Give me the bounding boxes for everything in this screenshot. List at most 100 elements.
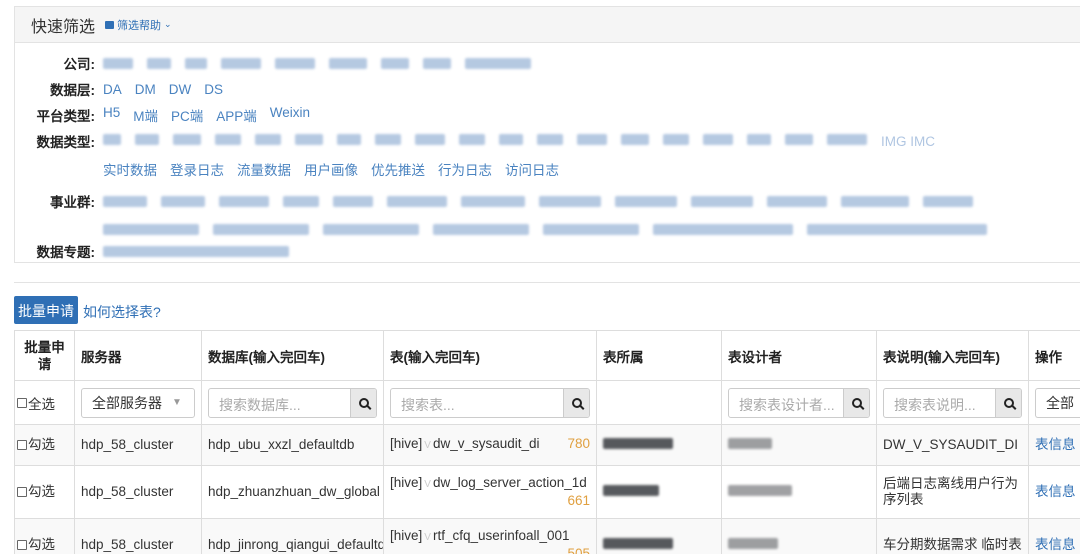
platform-option[interactable]: PC端 — [171, 105, 203, 125]
datatype-option[interactable] — [663, 133, 689, 145]
bg-option[interactable] — [103, 195, 147, 207]
datatype-option[interactable]: 登录日志 — [170, 159, 224, 179]
description-search-button[interactable] — [995, 388, 1021, 417]
database-search-button[interactable] — [350, 388, 376, 417]
server-select[interactable]: 全部服务器 ▼ — [81, 387, 195, 418]
datatype-option[interactable] — [255, 133, 281, 145]
datatype-option[interactable] — [215, 133, 241, 145]
topic-option[interactable] — [103, 245, 289, 257]
table-search-button[interactable] — [563, 388, 589, 417]
datatype-option[interactable] — [375, 133, 401, 145]
bg-option[interactable] — [213, 223, 309, 235]
bg-option[interactable] — [161, 195, 205, 207]
bg-option[interactable] — [807, 223, 987, 235]
datatype-option[interactable] — [785, 133, 813, 145]
table-info-link[interactable]: 表信息 | — [1035, 484, 1080, 499]
datatype-option[interactable]: 访问日志 — [505, 159, 559, 179]
platform-option[interactable]: M端 — [133, 105, 158, 125]
row-operation: 表信息 | — [1028, 518, 1080, 554]
bg-values[interactable] — [103, 195, 987, 207]
platform-option[interactable]: Weixin — [270, 105, 310, 125]
table-info-link[interactable]: 表信息 | — [1035, 437, 1080, 452]
company-option[interactable] — [221, 57, 261, 69]
filter-label-platform: 平台类型: — [36, 109, 96, 124]
bg-option[interactable] — [841, 195, 909, 207]
bg-option[interactable] — [283, 195, 319, 207]
company-option[interactable] — [423, 57, 451, 69]
layer-option[interactable]: DA — [103, 82, 122, 97]
v-icon: V — [424, 479, 431, 490]
platform-option[interactable]: APP端 — [216, 105, 257, 125]
datatype-option[interactable] — [103, 133, 121, 145]
row-checkbox[interactable]: 勾选 — [17, 537, 55, 553]
row-table-name[interactable]: rtf_cfq_userinfoall_001 — [433, 528, 570, 543]
bg-option[interactable] — [461, 195, 525, 207]
select-all-checkbox[interactable]: 全选 — [17, 393, 55, 413]
company-option[interactable] — [147, 57, 171, 69]
datatype-option[interactable]: 优先推送 — [371, 159, 425, 179]
row-checkbox[interactable]: 勾选 — [17, 437, 55, 453]
batch-apply-button[interactable]: 批量申请 — [14, 296, 78, 324]
datatype-option[interactable] — [135, 133, 159, 145]
bg-option[interactable] — [691, 195, 753, 207]
datatype-option[interactable] — [459, 133, 485, 145]
how-to-select-link[interactable]: 如何选择表? — [83, 302, 161, 322]
datatype-option[interactable] — [415, 133, 445, 145]
bg-option[interactable] — [387, 195, 447, 207]
datatype-option[interactable] — [173, 133, 201, 145]
datatype-option[interactable]: 行为日志 — [438, 159, 492, 179]
datatype-option[interactable] — [295, 133, 323, 145]
company-option[interactable] — [103, 57, 133, 69]
bg-option[interactable] — [767, 195, 827, 207]
filter-row-company: 公司: — [15, 53, 545, 73]
bg-option[interactable] — [219, 195, 269, 207]
bg-option[interactable] — [653, 223, 793, 235]
row-table-name[interactable]: dw_log_server_action_1d — [433, 475, 587, 490]
company-values[interactable] — [103, 57, 545, 69]
row-table-name[interactable]: dw_v_sysaudit_di — [433, 436, 540, 451]
filter-row-topic: 数据专题: — [15, 241, 303, 261]
datatype-option[interactable] — [337, 133, 361, 145]
designer-search-button[interactable] — [843, 388, 869, 417]
bg-option[interactable] — [433, 223, 529, 235]
datatype-option[interactable]: 流量数据 — [237, 159, 291, 179]
datatype-option[interactable] — [577, 133, 607, 145]
datatype-option[interactable]: IMG IMC — [881, 134, 935, 149]
company-option[interactable] — [329, 57, 367, 69]
table-info-link[interactable]: 表信息 | — [1035, 537, 1080, 552]
datatype-option[interactable] — [747, 133, 771, 145]
datatype-values[interactable]: IMG IMC — [103, 133, 948, 149]
row-checkbox[interactable]: 勾选 — [17, 484, 55, 500]
layer-option[interactable]: DW — [169, 82, 192, 97]
description-search-input[interactable]: 搜索表说明... — [883, 387, 1022, 418]
datatype-option[interactable]: 实时数据 — [103, 159, 157, 179]
layer-option[interactable]: DS — [204, 82, 223, 97]
datatype-option[interactable] — [703, 133, 733, 145]
designer-search-input[interactable]: 搜索表设计者... — [728, 387, 870, 418]
datatype-option[interactable] — [827, 133, 867, 145]
header-database: 数据库(输入完回车) — [201, 330, 384, 381]
datatype-option[interactable] — [621, 133, 649, 145]
bg-option[interactable] — [539, 195, 601, 207]
layer-option[interactable]: DM — [135, 82, 156, 97]
bg-option[interactable] — [615, 195, 677, 207]
datatype-option[interactable] — [499, 133, 523, 145]
bg-option[interactable] — [103, 223, 199, 235]
datatype-option[interactable]: 用户画像 — [304, 159, 358, 179]
bg-option[interactable] — [923, 195, 973, 207]
database-search-input[interactable]: 搜索数据库... — [208, 387, 377, 418]
bg-option[interactable] — [543, 223, 639, 235]
datatype-option[interactable] — [537, 133, 563, 145]
operation-select[interactable]: 全部 — [1035, 387, 1080, 418]
company-option[interactable] — [185, 57, 207, 69]
company-option[interactable] — [465, 57, 531, 69]
topic-values[interactable] — [103, 245, 303, 257]
filter-help-link[interactable]: 筛选帮助 ⌄ — [105, 17, 172, 33]
database-search-placeholder: 搜索数据库... — [219, 396, 301, 413]
bg-option[interactable] — [323, 223, 419, 235]
bg-option[interactable] — [333, 195, 373, 207]
table-search-input[interactable]: 搜索表... — [390, 387, 590, 418]
company-option[interactable] — [275, 57, 315, 69]
platform-option[interactable]: H5 — [103, 105, 120, 125]
company-option[interactable] — [381, 57, 409, 69]
